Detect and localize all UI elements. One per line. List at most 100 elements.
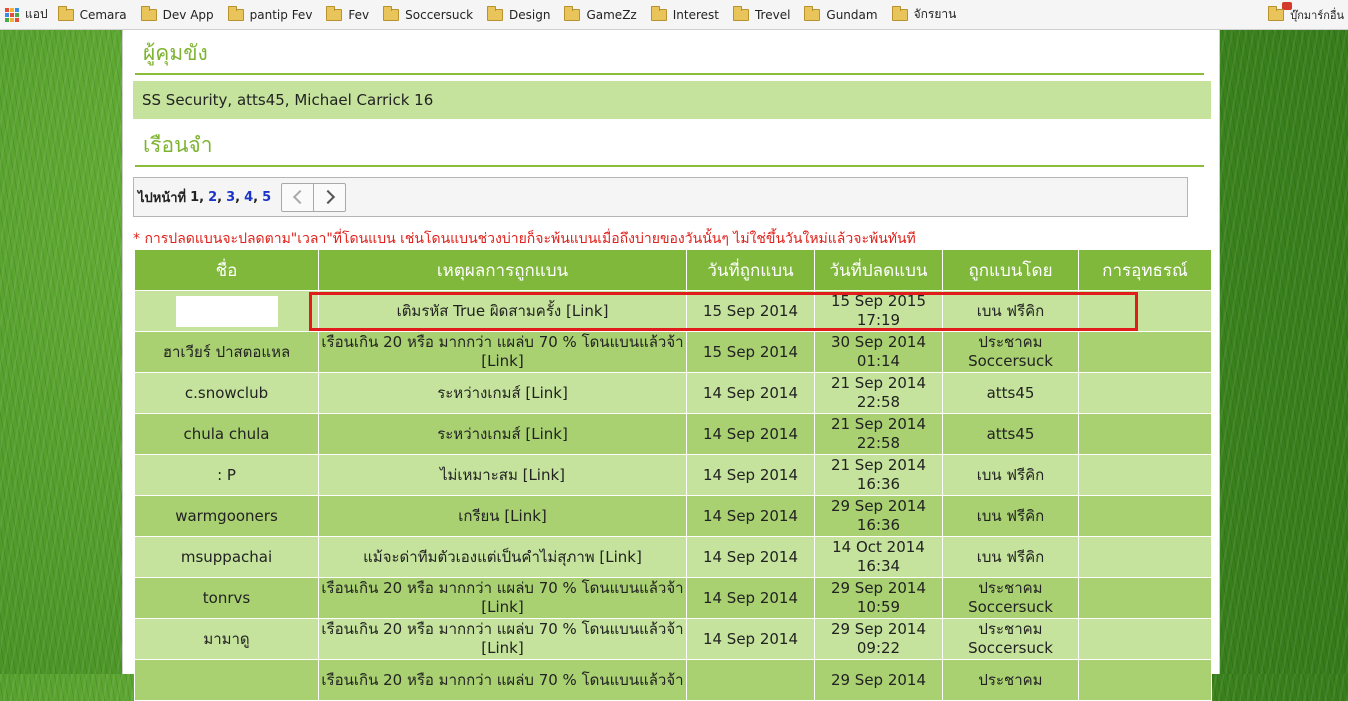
- folder-icon: [227, 5, 244, 21]
- next-page-button[interactable]: [313, 183, 345, 211]
- cell-reason[interactable]: แม้จะด่าทีมตัวเองแต่เป็นคำไม่สุภาพ [Link…: [318, 536, 687, 578]
- pager-label: ไปหน้าที่: [138, 190, 187, 206]
- folder-icon: [891, 5, 908, 21]
- cell-name: [134, 659, 319, 701]
- cell-release-date: 29 Sep 2014 16:36: [814, 495, 943, 537]
- table-row: : P ไม่เหมาะสม [Link] 14 Sep 2014 21 Sep 20…: [134, 454, 1212, 496]
- cell-release-date: 29 Sep 2014 09:22: [814, 618, 943, 660]
- bookmark-label: จักรยาน: [913, 7, 957, 21]
- col-reason-header: เหตุผลการถูกแบน: [318, 249, 687, 291]
- prev-page-button[interactable]: [282, 184, 313, 211]
- bookmark-label: Interest: [672, 7, 719, 22]
- bookmark-item[interactable]: pantip Fev: [227, 5, 312, 22]
- guards-title: ผู้คุมขัง: [135, 31, 1204, 75]
- folder-icon: [140, 5, 157, 21]
- folder-icon: [650, 5, 667, 21]
- folder-icon: [732, 5, 749, 21]
- cell-banned-date: 14 Sep 2014: [686, 495, 815, 537]
- bookmark-item[interactable]: Cemara: [57, 5, 127, 22]
- folder-icon: [326, 5, 343, 21]
- table-row: msuppachai แม้จะด่าทีมตัวเองแต่เป็นคำไม่ส…: [134, 536, 1212, 578]
- cell-banned-by: เบน ฟรีคิก: [942, 290, 1079, 332]
- cell-appeal: [1078, 290, 1212, 332]
- cell-banned-date: 14 Sep 2014: [686, 372, 815, 414]
- cell-banned-date: 15 Sep 2014: [686, 331, 815, 373]
- table-row: c.snowclub ระหว่างเกมส์ [Link] 14 Sep 2014…: [134, 372, 1212, 414]
- page-link[interactable]: 5: [262, 190, 271, 205]
- cell-reason[interactable]: เรือนเกิน 20 หรือ มากกว่า แผล่บ 70 % โดน…: [318, 659, 687, 701]
- cell-appeal: [1078, 372, 1212, 414]
- prison-title: เรือนจำ: [135, 123, 1204, 167]
- cell-name: [134, 290, 319, 332]
- cell-release-date: 21 Sep 2014 22:58: [814, 413, 943, 455]
- cell-banned-date: 14 Sep 2014: [686, 618, 815, 660]
- cell-reason[interactable]: ระหว่างเกมส์ [Link]: [318, 372, 687, 414]
- cell-banned-by: ประชาคม Soccersuck: [942, 618, 1079, 660]
- col-release-date-header: วันที่ปลดแบน: [814, 249, 943, 291]
- cell-appeal: [1078, 454, 1212, 496]
- cell-reason[interactable]: เกรียน [Link]: [318, 495, 687, 537]
- page-links: 2, 3, 4, 5: [208, 189, 272, 205]
- redacted-name: [175, 295, 278, 327]
- bookmark-item[interactable]: Soccersuck: [383, 5, 474, 22]
- cell-appeal: [1078, 331, 1212, 373]
- apps-shortcut[interactable]: แอป: [5, 5, 48, 24]
- cell-appeal: [1078, 659, 1212, 701]
- cell-release-date: 30 Sep 2014 01:14: [814, 331, 943, 373]
- cell-name: msuppachai: [134, 536, 319, 578]
- chevron-left-icon: [292, 189, 307, 205]
- cell-release-date: 29 Sep 2014: [814, 659, 943, 701]
- table-header-row: ชื่อ เหตุผลการถูกแบน วันที่ถูกแบน วันที่ปลด…: [134, 249, 1212, 291]
- col-appeal-header: การอุทธรณ์: [1078, 249, 1212, 291]
- cell-banned-date: 14 Sep 2014: [686, 536, 815, 578]
- bookmark-label: Design: [509, 7, 551, 22]
- bookmark-label: Gundam: [826, 7, 878, 22]
- cell-reason[interactable]: ไม่เหมาะสม [Link]: [318, 454, 687, 496]
- bookmark-label: Cemara: [79, 7, 127, 22]
- table-row: เติมรหัส True ผิดสามครั้ง [Link] 15 Sep 2…: [134, 290, 1212, 332]
- bookmark-item[interactable]: Gundam: [804, 5, 878, 22]
- cell-release-date: 21 Sep 2014 16:36: [814, 454, 943, 496]
- page-link[interactable]: 2: [208, 190, 217, 205]
- page-link[interactable]: 3: [226, 190, 235, 205]
- other-bookmarks[interactable]: บุ๊กมาร์กอื่น: [1268, 2, 1344, 24]
- cell-name: warmgooners: [134, 495, 319, 537]
- bookmark-item[interactable]: Design: [487, 5, 551, 22]
- cell-reason[interactable]: ระหว่างเกมส์ [Link]: [318, 413, 687, 455]
- bookmark-label: Dev App: [162, 7, 214, 22]
- folder-icon: [383, 5, 400, 21]
- cell-reason[interactable]: เรือนเกิน 20 หรือ มากกว่า แผล่บ 70 % โดน…: [318, 577, 687, 619]
- guards-list: SS Security, atts45, Michael Carrick 16: [133, 81, 1211, 119]
- table-row: tonrvs เรือนเกิน 20 หรือ มากกว่า แผล่บ 70…: [134, 577, 1212, 619]
- cell-name: chula chula: [134, 413, 319, 455]
- col-banned-by-header: ถูกแบนโดย: [942, 249, 1079, 291]
- cell-reason[interactable]: เติมรหัส True ผิดสามครั้ง [Link]: [318, 290, 687, 332]
- bookmark-label: Fev: [348, 7, 370, 22]
- cell-name: ฮาเวียร์ ปาสตอแหล: [134, 331, 319, 373]
- table-row: chula chula ระหว่างเกมส์ [Link] 14 Sep 201…: [134, 413, 1212, 455]
- table-row: ฮาเวียร์ ปาสตอแหล เรือนเกิน 20 หรือ มากกว…: [134, 331, 1212, 373]
- bookmark-item[interactable]: Dev App: [140, 5, 214, 22]
- bookmark-item[interactable]: Fev: [326, 5, 370, 22]
- cell-release-date: 15 Sep 2015 17:19: [814, 290, 943, 332]
- cell-reason[interactable]: เรือนเกิน 20 หรือ มากกว่า แผล่บ 70 % โดน…: [318, 618, 687, 660]
- cell-reason[interactable]: เรือนเกิน 20 หรือ มากกว่า แผล่บ 70 % โดน…: [318, 331, 687, 373]
- page-link[interactable]: 4: [244, 190, 253, 205]
- cell-release-date: 29 Sep 2014 10:59: [814, 577, 943, 619]
- cell-banned-by: เบน ฟรีคิก: [942, 454, 1079, 496]
- cell-banned-date: 15 Sep 2014: [686, 290, 815, 332]
- table-body: เติมรหัส True ผิดสามครั้ง [Link] 15 Sep 2…: [134, 290, 1212, 701]
- bookmark-label: GameZz: [586, 7, 637, 22]
- cell-banned-by: เบน ฟรีคิก: [942, 495, 1079, 537]
- bookmark-item[interactable]: Trevel: [732, 5, 790, 22]
- cell-banned-date: 14 Sep 2014: [686, 413, 815, 455]
- cell-banned-by: เบน ฟรีคิก: [942, 536, 1079, 578]
- col-name-header: ชื่อ: [134, 249, 319, 291]
- bookmark-item[interactable]: จักรยาน: [891, 5, 957, 24]
- bookmark-label: Soccersuck: [405, 7, 474, 22]
- bookmark-list: Cemara Dev App pantip Fev Fev Soccersuck Desi…: [57, 5, 971, 24]
- bookmark-item[interactable]: Interest: [650, 5, 719, 22]
- cell-name: มามาดู: [134, 618, 319, 660]
- bookmark-item[interactable]: GameZz: [564, 5, 637, 22]
- folder-icon: [564, 5, 581, 21]
